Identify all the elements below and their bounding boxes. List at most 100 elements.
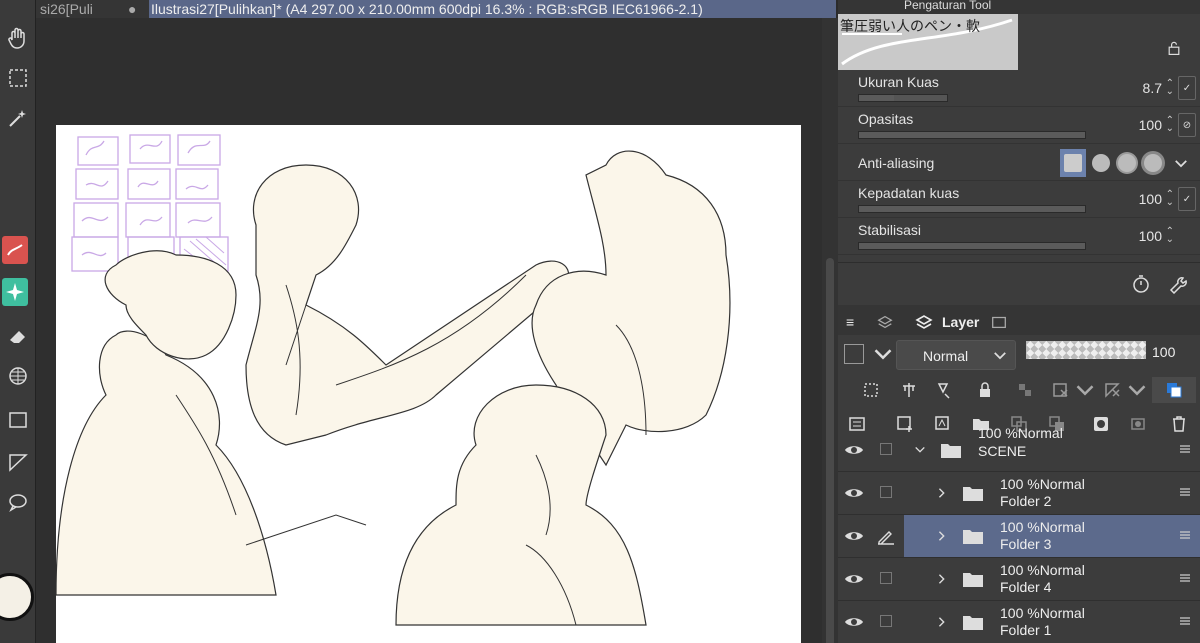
drag-handle-icon[interactable] <box>1180 530 1190 540</box>
layer-row[interactable]: 100 %Normal Folder 1 <box>838 601 1200 643</box>
brush-size-slider[interactable] <box>858 94 948 102</box>
auto-select-wand-icon[interactable] <box>0 100 36 136</box>
eye-icon[interactable] <box>844 485 864 501</box>
prop-value[interactable]: 8.7 <box>1143 80 1162 96</box>
layer-color-box[interactable] <box>844 344 864 364</box>
lock-icon[interactable] <box>1166 40 1186 60</box>
main-color-swatch[interactable] <box>0 573 34 621</box>
document-tab-inactive[interactable]: si26[Puli <box>40 0 93 18</box>
chevron-down-icon[interactable] <box>1124 377 1150 403</box>
rectangle-tool-icon[interactable] <box>0 402 36 438</box>
mask-toggle-icon[interactable] <box>1048 377 1074 403</box>
eye-icon[interactable] <box>844 614 864 630</box>
layer-row[interactable]: 100 %Normal Folder 3 <box>838 515 1200 558</box>
gradient-tool-icon[interactable] <box>0 444 36 480</box>
spin-arrows-icon[interactable]: ⌃ ⌄ <box>1166 227 1174 245</box>
eye-icon[interactable] <box>844 571 864 587</box>
folder-icon <box>963 573 983 587</box>
layer-blend-info: 100 %Normal <box>978 425 1063 441</box>
chevron-down-icon[interactable] <box>914 443 926 457</box>
chevron-down-icon[interactable] <box>1072 377 1098 403</box>
wrench-icon[interactable] <box>1164 271 1190 297</box>
drag-handle-icon[interactable] <box>1180 573 1190 583</box>
chevron-down-icon[interactable] <box>870 341 896 367</box>
chevron-right-icon[interactable] <box>936 486 948 500</box>
grid-ruler-tool-icon[interactable] <box>0 358 36 394</box>
prop-brush-density[interactable]: Kepadatan kuas 100 ⌃ ⌄ ✓ <box>838 181 1200 218</box>
prop-label: Opasitas <box>858 111 914 127</box>
stabilization-slider[interactable] <box>858 242 1086 250</box>
chevron-right-icon[interactable] <box>936 615 948 629</box>
decoration-tool-icon[interactable] <box>2 278 28 306</box>
drag-handle-icon[interactable] <box>1180 616 1190 626</box>
chevron-right-icon[interactable] <box>936 572 948 586</box>
eraser-tool-icon[interactable] <box>0 318 36 354</box>
layer-color-icon[interactable] <box>1152 377 1196 403</box>
canvas-scrollbar[interactable] <box>822 18 838 643</box>
eye-icon[interactable] <box>844 528 864 544</box>
layer-select-checkbox[interactable] <box>880 486 892 498</box>
layer-row[interactable]: 100 %Normal SCENE <box>838 425 1200 472</box>
reference-layer-icon[interactable] <box>896 377 922 403</box>
prop-value[interactable]: 100 <box>1139 228 1162 244</box>
aa-weak-option[interactable] <box>1088 149 1114 177</box>
document-tab-active[interactable]: Ilustrasi27[Pulihkan]* (A4 297.00 x 210.… <box>149 0 836 18</box>
blend-mode-select[interactable]: Normal <box>896 340 1016 370</box>
tab-close-dot-icon[interactable]: ● <box>128 0 136 18</box>
menu-icon[interactable]: ≡ <box>846 309 854 335</box>
clip-to-layer-icon[interactable] <box>858 377 884 403</box>
spin-arrows-icon[interactable]: ⌃ ⌄ <box>1166 116 1174 134</box>
drag-handle-icon[interactable] <box>1180 487 1190 497</box>
hand-tool-icon[interactable] <box>0 20 36 56</box>
tab-layer[interactable]: Layer <box>914 309 979 335</box>
layer-opacity-slider[interactable] <box>1026 341 1146 359</box>
spin-arrows-icon[interactable]: ⌃ ⌄ <box>1166 79 1174 97</box>
opacity-slider[interactable] <box>858 131 1086 139</box>
layer-row[interactable]: 100 %Normal Folder 4 <box>838 558 1200 601</box>
prop-brush-size[interactable]: Ukuran Kuas 8.7 ⌃ ⌄ ✓ <box>838 70 1200 107</box>
folder-icon <box>941 444 961 458</box>
chevron-down-icon[interactable] <box>1168 149 1194 177</box>
layer-row[interactable]: 100 %Normal Folder 2 <box>838 472 1200 515</box>
stopwatch-icon[interactable] <box>1128 271 1154 297</box>
layer-panel-tabs: ≡ Layer <box>838 305 1200 335</box>
layer-content[interactable]: 100 %Normal Folder 2 <box>904 472 1200 514</box>
prop-value[interactable]: 100 <box>1139 191 1162 207</box>
scrollbar-thumb[interactable] <box>826 258 834 643</box>
layer-content[interactable]: 100 %Normal SCENE <box>904 425 1200 471</box>
layer-content[interactable]: 100 %Normal Folder 1 <box>904 601 1200 643</box>
prop-stabilization[interactable]: Stabilisasi 100 ⌃ ⌄ <box>838 218 1200 255</box>
lock-icon[interactable] <box>972 377 998 403</box>
spin-arrows-icon[interactable]: ⌃ ⌄ <box>1166 190 1174 208</box>
pressure-toggle-icon[interactable]: ✓ <box>1178 187 1196 211</box>
opacity-settings-icon[interactable]: ⊘ <box>1178 113 1196 137</box>
drawing-canvas[interactable] <box>56 125 801 643</box>
tool-property-header: Pengaturan Tool <box>838 0 1200 14</box>
prop-opacity[interactable]: Opasitas 100 ⌃ ⌄ ⊘ <box>838 107 1200 144</box>
layer-select-checkbox[interactable] <box>880 615 892 627</box>
aa-none-option[interactable] <box>1060 149 1086 177</box>
density-slider[interactable] <box>858 205 1086 213</box>
lock-transparent-icon[interactable] <box>1012 377 1038 403</box>
layer-property-tab-icon[interactable] <box>876 309 894 335</box>
prop-value[interactable]: 100 <box>1139 117 1162 133</box>
layer-select-checkbox[interactable] <box>880 443 892 455</box>
layer-opacity-value[interactable]: 100 <box>1152 344 1175 360</box>
layer-content[interactable]: 100 %Normal Folder 3 <box>904 515 1200 557</box>
ruler-toggle-icon[interactable] <box>1100 377 1126 403</box>
chevron-right-icon[interactable] <box>936 529 948 543</box>
aa-strong-option[interactable] <box>1140 149 1166 177</box>
brush-preview[interactable]: 筆圧弱い人のペン・軟 <box>838 14 1018 70</box>
pen-tool-icon[interactable] <box>2 236 28 264</box>
pressure-toggle-icon[interactable]: ✓ <box>1178 76 1196 100</box>
drag-handle-icon[interactable] <box>1180 444 1190 454</box>
selection-tool-icon[interactable] <box>0 60 36 96</box>
animation-tab-icon[interactable] <box>990 309 1008 335</box>
draft-layer-icon[interactable] <box>932 377 958 403</box>
eye-icon[interactable] <box>844 442 864 458</box>
layer-select-checkbox[interactable] <box>880 572 892 584</box>
aa-medium-option[interactable] <box>1114 149 1140 177</box>
layer-content[interactable]: 100 %Normal Folder 4 <box>904 558 1200 600</box>
balloon-tool-icon[interactable] <box>0 484 36 520</box>
canvas-area[interactable] <box>36 18 822 643</box>
